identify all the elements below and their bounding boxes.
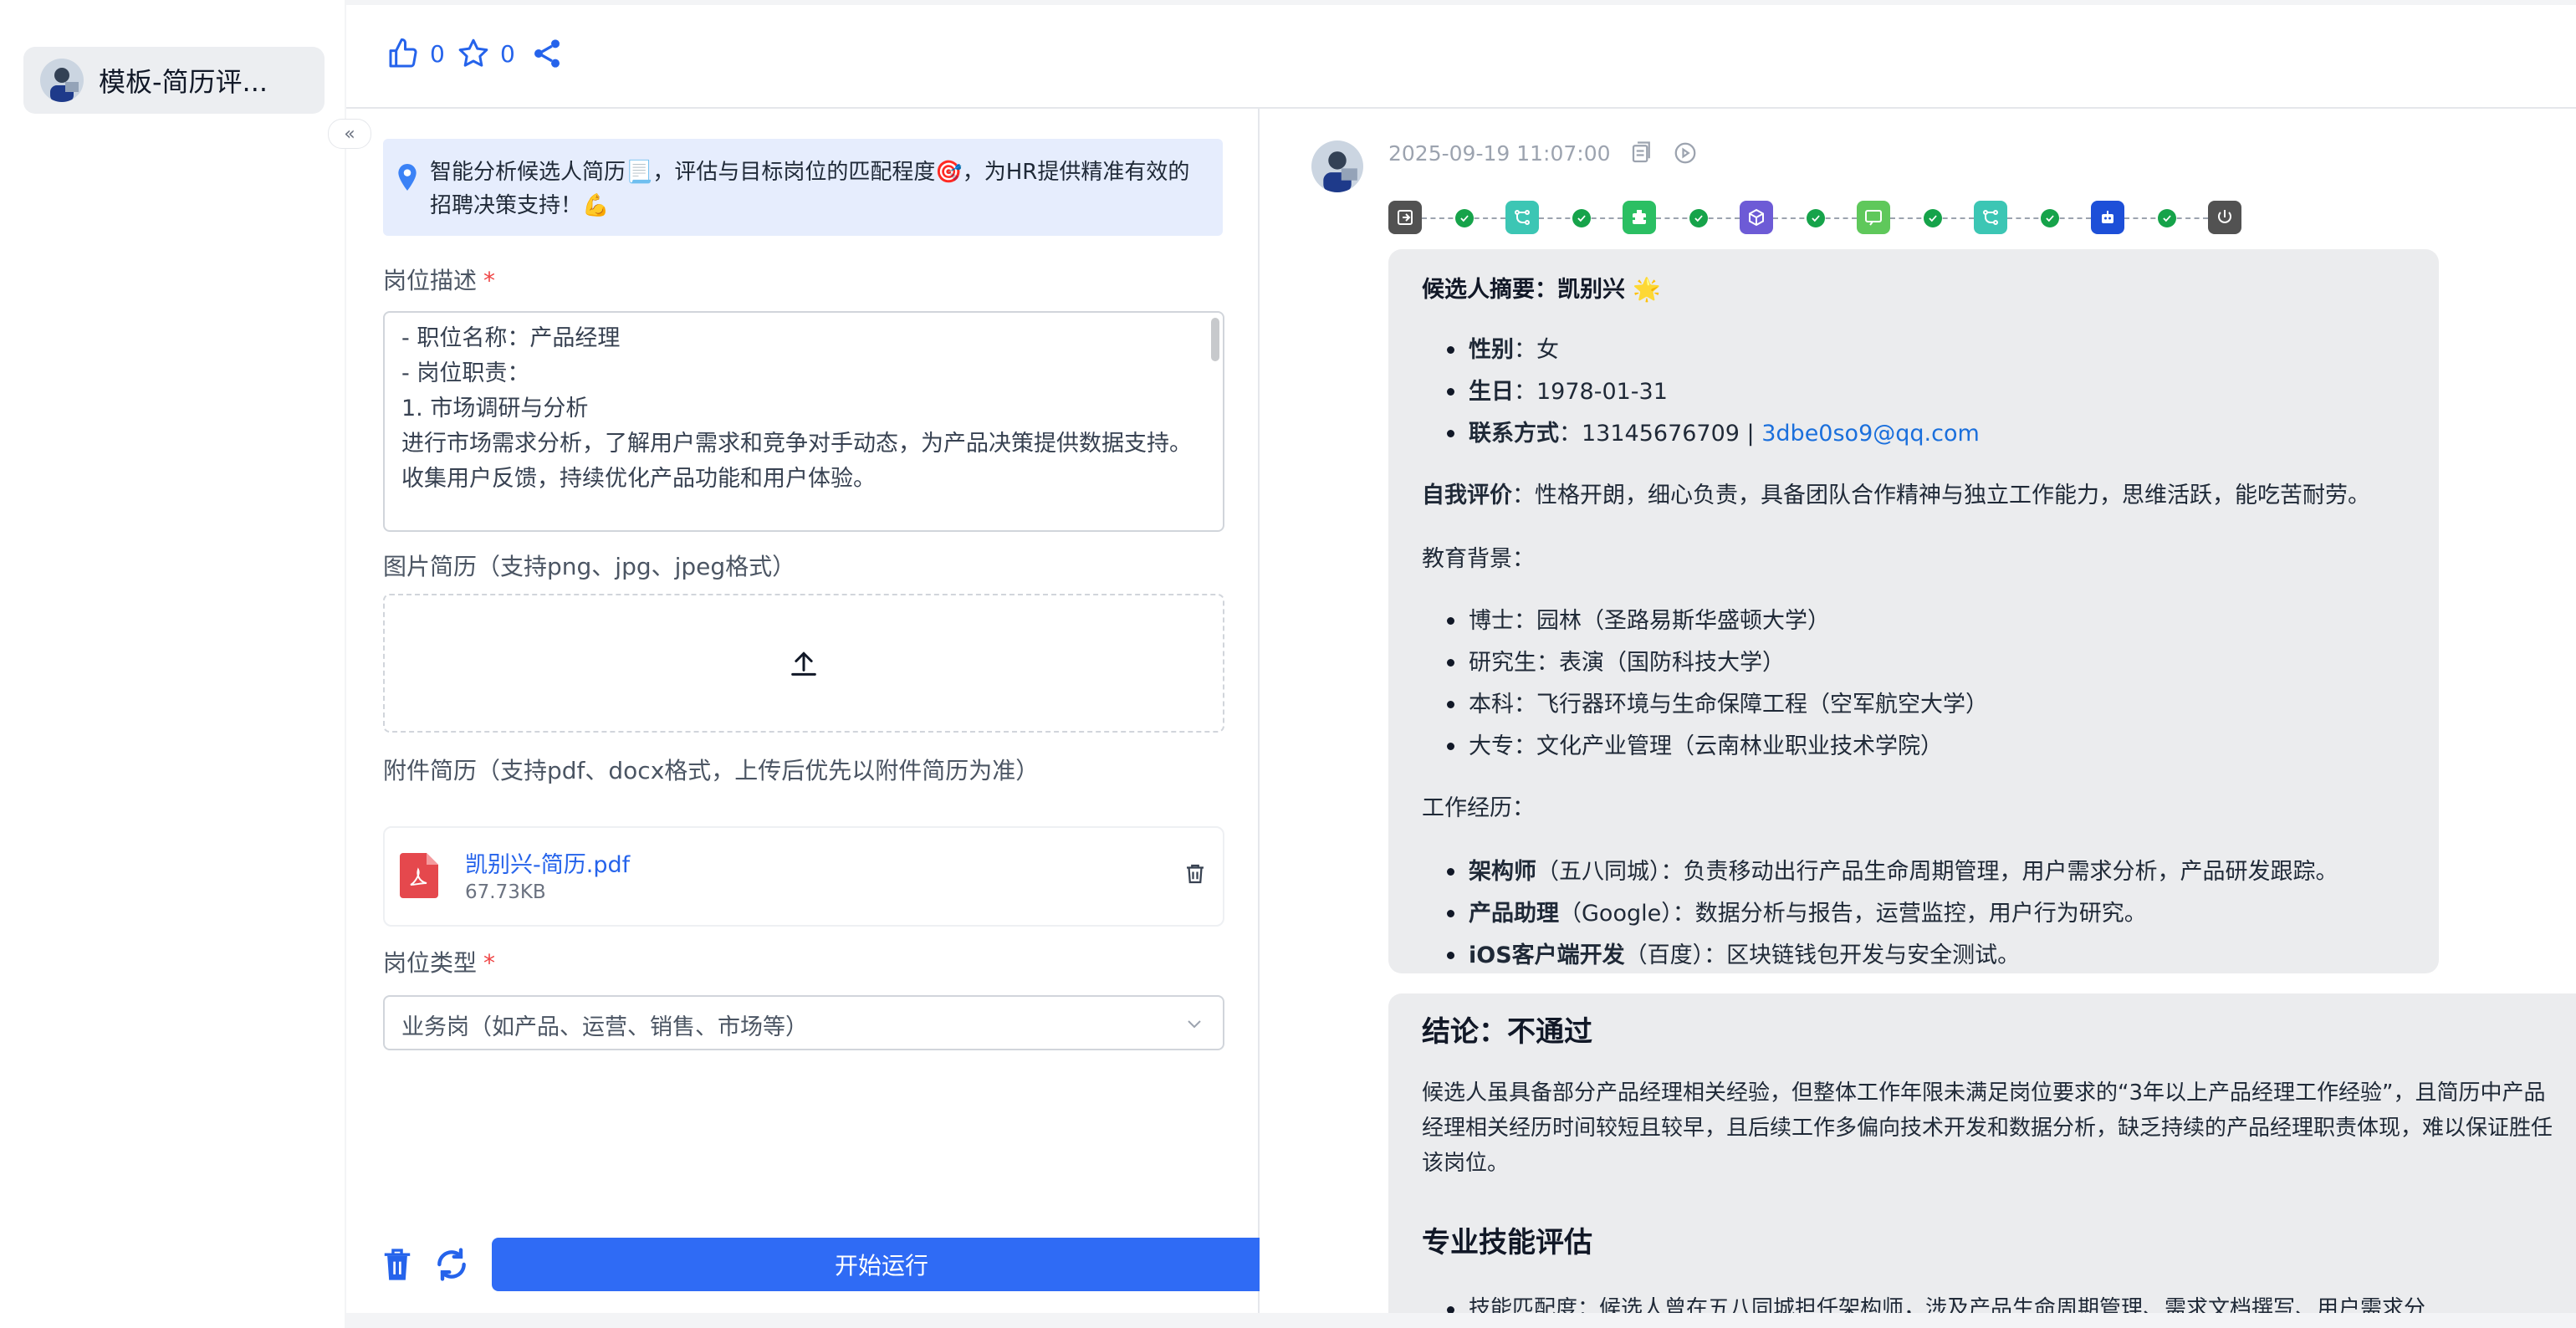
conclusion-title: 结论：不通过 [1422, 1015, 1592, 1049]
favorite-button[interactable]: 0 [457, 37, 515, 70]
workflow-node-branch-icon[interactable] [1974, 201, 2007, 234]
skills-title: 专业技能评估 [1422, 1226, 1592, 1259]
sidebar-item-label: 模板-简历评... [99, 66, 268, 98]
conclusion-text: 候选人虽具备部分产品经理相关经验，但整体工作年限未满足岗位要求的“3年以上产品经… [1422, 1080, 2553, 1176]
image-upload-dropzone[interactable] [383, 594, 1224, 733]
job-type-label: 岗位类型 * [383, 949, 496, 977]
share-icon [534, 39, 560, 68]
workflow-check-icon [1455, 209, 1474, 227]
textarea-scrollbar[interactable] [1211, 318, 1219, 361]
gender-line: 性别：女 [1469, 337, 1559, 363]
play-icon[interactable] [1673, 140, 1698, 166]
double-chevron-left-icon: « [344, 123, 355, 145]
job-description-label: 岗位描述 * [383, 267, 496, 294]
required-mark: * [483, 267, 496, 294]
work-item: iOS客户端开发（百度）：区块链钱包开发与安全测试。 [1469, 942, 2021, 968]
list-bullet [1447, 617, 1454, 625]
list-bullet [1447, 346, 1454, 354]
pdf-file-icon [400, 853, 438, 898]
evaluation-result-bubble: 结论：不通过 候选人虽具备部分产品经理相关经验，但整体工作年限未满足岗位要求的“… [1388, 993, 2576, 1313]
job-type-selected-value: 业务岗（如产品、运营、销售、市场等） [401, 1014, 808, 1040]
education-item: 本科：飞行器环境与生命保障工程（空军航空大学） [1469, 692, 1988, 718]
like-count: 0 [430, 39, 445, 68]
avatar [40, 59, 84, 102]
copy-icon[interactable] [1629, 140, 1654, 166]
email-link[interactable]: 3dbe0so9@qq.com [1761, 421, 1980, 447]
candidate-summary-bubble: 候选人摘要：凯别兴 🌟 性别：女 生日：1978-01-31 联系方式：1314… [1388, 249, 2439, 973]
sidebar-item-template[interactable]: 模板-简历评... [23, 47, 325, 114]
list-bullet [1447, 743, 1454, 750]
workflow-node-message-icon[interactable] [1857, 201, 1890, 234]
workflow-check-icon [1807, 209, 1825, 227]
skills-line: 技能匹配度：候选人曾在五八同城担任架构师，涉及产品生命周期管理、需求文档撰写、用… [1469, 1296, 2426, 1313]
workflow-check-icon [1924, 209, 1942, 227]
list-bullet [1447, 1306, 1454, 1313]
avatar [1311, 140, 1363, 192]
list-bullet [1447, 910, 1454, 917]
list-bullet [1447, 952, 1454, 959]
required-mark: * [483, 949, 496, 977]
clear-trash-icon[interactable] [380, 1246, 415, 1283]
top-toolbar: 0 0 [346, 5, 2576, 109]
work-item: 产品助理（Google）：数据分析与报告，运营监控，用户行为研究。 [1469, 901, 2147, 927]
list-bullet [1447, 868, 1454, 876]
message-meta: 2025-09-19 11:07:00 [1388, 140, 1698, 166]
list-bullet [1447, 430, 1454, 437]
birth-line: 生日：1978-01-31 [1469, 379, 1668, 405]
job-type-select[interactable]: 业务岗（如产品、运营、销售、市场等） [383, 995, 1224, 1050]
star-icon [458, 38, 488, 67]
education-title: 教育背景： [1422, 546, 1535, 572]
workflow-node-end-icon[interactable] [2208, 201, 2241, 234]
workflow-node-start-icon[interactable] [1388, 201, 1422, 234]
summary-title: 候选人摘要：凯别兴 🌟 [1422, 277, 1662, 303]
work-title: 工作经历： [1422, 795, 1535, 821]
education-item: 博士：园林（圣路易斯华盛顿大学） [1469, 608, 1830, 634]
list-bullet [1447, 388, 1454, 396]
attachment-resume-label: 附件简历（支持pdf、docx格式，上传后优先以附件简历为准） [383, 757, 1040, 784]
star-count: 0 [500, 39, 515, 68]
location-pin-icon [398, 164, 417, 191]
output-panel: 2025-09-19 11:07:00 候选人摘要：凯别兴 🌟 性别：女 生日：… [1260, 109, 2576, 1313]
attachment-file-size: 67.73KB [465, 881, 546, 903]
refresh-icon[interactable] [433, 1246, 470, 1283]
workflow-node-plugin-icon[interactable] [1623, 201, 1656, 234]
intro-text: 智能分析候选人简历📃，评估与目标岗位的匹配程度🎯，为HR提供精准有效的招聘决策支… [430, 160, 1190, 218]
attachment-file-name[interactable]: 凯别兴-简历.pdf [465, 846, 630, 879]
sidebar: 模板-简历评... [0, 0, 345, 1328]
intro-banner: 智能分析候选人简历📃，评估与目标岗位的匹配程度🎯，为HR提供精准有效的招聘决策支… [383, 139, 1223, 236]
collapse-sidebar-button[interactable]: « [328, 119, 371, 149]
chevron-down-icon [1188, 1020, 1201, 1029]
workflow-check-icon [1572, 209, 1591, 227]
work-item: 架构师（五八同城）：负责移动出行产品生命周期管理，用户需求分析，产品研发跟踪。 [1469, 859, 2338, 885]
delete-file-icon[interactable] [1183, 861, 1208, 886]
workflow-node-cube-icon[interactable] [1740, 201, 1773, 234]
attachment-file-card: 凯别兴-简历.pdf 67.73KB [383, 826, 1224, 927]
image-resume-label: 图片简历（支持png、jpg、jpeg格式） [383, 553, 796, 580]
education-item: 大专：文化产业管理（云南林业职业技术学院） [1469, 733, 1943, 759]
input-form-panel: 智能分析候选人简历📃，评估与目标岗位的匹配程度🎯，为HR提供精准有效的招聘决策支… [346, 109, 1271, 1313]
start-run-button[interactable]: 开始运行 [492, 1238, 1271, 1291]
workflow-check-icon [2041, 209, 2059, 227]
list-bullet [1447, 659, 1454, 667]
share-button[interactable] [530, 37, 564, 70]
self-evaluation: 自我评价：性格开朗，细心负责，具备团队合作精神与独立工作能力，思维活跃，能吃苦耐… [1422, 483, 2370, 508]
message-timestamp: 2025-09-19 11:07:00 [1388, 140, 1611, 166]
workflow-node-branch-icon[interactable] [1505, 201, 1539, 234]
workflow-check-icon [1689, 209, 1708, 227]
education-item: 研究生：表演（国防科技大学） [1469, 650, 1785, 676]
job-description-text: - 职位名称：产品经理 - 岗位职责： 1. 市场调研与分析 进行市场需求分析，… [401, 325, 1192, 492]
thumbs-up-icon [389, 38, 417, 68]
workflow-check-icon [2158, 209, 2176, 227]
job-description-textarea[interactable]: - 职位名称：产品经理 - 岗位职责： 1. 市场调研与分析 进行市场需求分析，… [383, 311, 1224, 532]
upload-icon [791, 651, 816, 676]
contact-line: 联系方式：13145676709 | 3dbe0so9@qq.com [1469, 421, 1980, 447]
list-bullet [1447, 701, 1454, 708]
like-button[interactable]: 0 [386, 37, 445, 70]
workflow-node-robot-icon[interactable] [2091, 201, 2124, 234]
